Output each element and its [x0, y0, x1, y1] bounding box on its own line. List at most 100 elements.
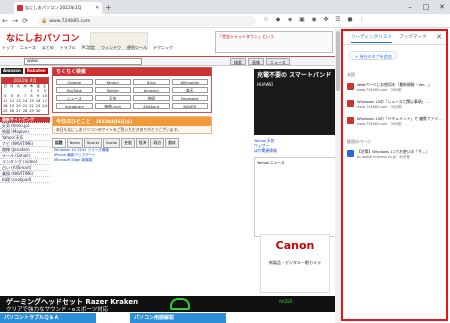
smartband-ad-title: 充電不要の スマートバンド — [257, 72, 332, 79]
canon-ad[interactable]: Canon 新製品・デジタル一眼カメラ — [260, 234, 330, 293]
tab-5[interactable]: 経済 — [135, 138, 150, 148]
tab-bookmarks[interactable]: ブックマーク — [399, 34, 427, 40]
headset-ad-sub: クリアで強力なサウンド・eスポーツ対応 — [6, 307, 109, 313]
reading-list-item-source: pc.watch.impress.co.jp · 30分前 — [357, 155, 411, 159]
search-link[interactable]: 地図 — [133, 95, 170, 101]
nav-item[interactable]: ニュース — [20, 45, 36, 52]
tab-3[interactable]: Social — [103, 138, 121, 148]
tab-2[interactable]: Sports — [83, 138, 103, 148]
search-input[interactable]: www. — [24, 58, 142, 65]
nav-item[interactable]: テクニック — [153, 45, 173, 52]
twitter-widget-title[interactable]: Yahoo!ニュース — [257, 160, 334, 165]
search-link[interactable]: Bing — [133, 79, 170, 85]
puzzle-icon[interactable]: ✤ — [322, 16, 330, 24]
forward-icon[interactable]: → — [10, 17, 20, 25]
scrollbar-thumb[interactable] — [336, 31, 340, 91]
extension-icon[interactable]: ▣ — [298, 16, 306, 24]
twitter-widget: Yahoo!ニュース — [254, 157, 337, 237]
calendar-grid: 日月火水木金土 1 2 3 4 5 6 7 8 9 10 11 12 13 14 15 16 17 18 19 20 21… — [2, 84, 48, 114]
reading-list-item[interactable]: Windows 10の「ドキュメント」で 複数ファイ... www.724685.… — [343, 112, 446, 129]
close-window-icon[interactable]: ✕ — [434, 0, 450, 14]
left-menu-item[interactable]: 料理 (cookpad) — [0, 177, 50, 183]
headset-ad-banner[interactable]: ゲーミングヘッドセット Razer Kraken クリアで強力なサウンド・eスポ… — [0, 296, 335, 313]
pc-glossary-banner[interactable]: パソコン用語解説 — [130, 313, 226, 323]
search-link[interactable]: YouTube — [56, 87, 93, 93]
right-link[interactable]: ほか関連情報 — [254, 148, 339, 153]
search-link[interactable]: Instagram — [56, 103, 93, 109]
nav-item[interactable]: ウィンドウ — [101, 45, 121, 52]
search-link[interactable]: Facebook — [171, 95, 208, 101]
calendar: 2022年 4月 日月火水木金土 1 2 3 4 5 6 7 8 9 10 11 12 13 14 15 16 1… — [1, 77, 49, 115]
new-tab-icon[interactable]: + — [105, 3, 112, 12]
smartband-ad-brand: HUAWEI — [257, 82, 274, 87]
search-link[interactable]: Twitter — [94, 87, 131, 93]
nav-item[interactable]: トップ — [2, 45, 14, 52]
image-search-button[interactable]: 画像 — [248, 58, 264, 65]
news-search-button[interactable]: ニュース — [266, 58, 290, 65]
today-date: 2022年4月6日(水) — [95, 119, 133, 124]
search-links-box: ちくちく検索 Google Yahoo! Bing Wikipedia YouTube T… — [52, 67, 212, 113]
search-link[interactable]: 天気 — [94, 95, 131, 101]
reading-list-item-source: www.724685.com · 30分前 — [357, 88, 402, 92]
tab-6[interactable]: 政治 — [150, 138, 165, 148]
address-bar[interactable]: 🔒 www.724685.com — [38, 16, 256, 26]
tab-0[interactable]: 話題 — [52, 138, 66, 148]
calendar-day[interactable]: 26 — [9, 109, 16, 114]
read-list: 【対策】Windows 11でお使いの「サ...」 pc.watch.impres… — [343, 145, 446, 162]
extension-icon[interactable]: ◈ — [286, 16, 294, 24]
amazon-link[interactable]: Amazon — [1, 68, 23, 74]
browser-tab[interactable]: なにしおパソコン 2022年3月 ✕ — [14, 2, 102, 14]
close-panel-icon[interactable]: ✕ — [436, 33, 442, 41]
minimize-icon[interactable]: – — [402, 0, 418, 14]
maximize-icon[interactable]: □ — [418, 0, 434, 14]
tab-4[interactable]: 芸能 — [121, 138, 135, 148]
lock-icon: 🔒 — [41, 18, 48, 24]
profile-icon[interactable]: ● — [346, 16, 354, 24]
tab-close-icon[interactable]: ✕ — [95, 5, 99, 11]
nav-item[interactable]: まとめ — [42, 45, 54, 52]
back-icon[interactable]: ← — [0, 17, 10, 25]
smartband-ad[interactable]: 充電不要の スマートバンド HUAWEI — [254, 69, 335, 135]
nav-item[interactable]: トラブル — [60, 45, 76, 52]
search-link[interactable]: 価格.com — [94, 103, 131, 109]
pc-trouble-banner[interactable]: パソコントラブルＱ＆Ａ — [0, 313, 96, 323]
tab-reading-list[interactable]: リーディングリスト — [351, 34, 393, 43]
news-item[interactable]: Microsoft Edge 新機能 — [52, 158, 212, 163]
reading-list-item[interactable]: 【対策】Windows 11でお使いの「サ...」 pc.watch.impres… — [343, 145, 446, 162]
right-links: Yahoo!天気 ウェザー ほか関連情報 — [214, 138, 339, 153]
calendar-day[interactable]: 28 — [22, 109, 29, 114]
search-buttons: 検索 画像 ニュース — [230, 58, 290, 65]
favicon-icon — [347, 83, 354, 90]
nav-item[interactable]: PC設定 — [82, 45, 95, 52]
window-controls: – □ ✕ — [402, 0, 450, 14]
canon-text: 新製品・デジタル一眼カメラ — [269, 260, 321, 265]
nav-item[interactable]: 便利ツール — [127, 45, 147, 52]
menu-icon[interactable]: ⋮ — [358, 16, 366, 24]
site-logo[interactable]: なにしおパソコン — [6, 31, 80, 44]
search-link[interactable]: Wikipedia — [171, 79, 208, 85]
search-button[interactable]: 検索 — [230, 58, 246, 65]
search-link[interactable]: 楽天 — [171, 87, 208, 93]
calendar-day[interactable]: 24 — [41, 104, 48, 109]
search-link[interactable]: AllAbout — [133, 103, 170, 109]
calendar-day[interactable]: 30 — [35, 109, 42, 114]
rakuten-link[interactable]: Rakuten — [24, 68, 48, 74]
add-current-tab-button[interactable]: + 現在のタブを追加 — [349, 51, 397, 60]
search-link[interactable]: Google — [56, 79, 93, 85]
tab-1[interactable]: News — [66, 138, 83, 148]
reload-icon[interactable]: ⟳ — [20, 17, 30, 25]
extension-icon[interactable]: ◆ — [274, 16, 282, 24]
extension-icon[interactable]: ◉ — [310, 16, 318, 24]
today-title: 今日のひとこと 2022年4月6日(水) — [53, 117, 211, 126]
reading-list-item-source: www.724685.com · 30分前 — [357, 122, 402, 126]
reading-list-icon[interactable]: ☰ — [334, 16, 342, 24]
star-icon[interactable]: ☆ — [262, 16, 270, 24]
search-link[interactable]: Yahoo! — [94, 79, 131, 85]
search-link[interactable]: Amazon — [133, 87, 170, 93]
reading-list-item[interactable]: Windows 10の「ニュースと関心事項」... www.724685.com … — [343, 95, 446, 112]
search-link[interactable]: NAVER — [171, 103, 208, 109]
reading-list-item[interactable]: Webページにお使用を「最新情報・Ver...」 www.724685.com ·… — [343, 78, 446, 95]
search-link[interactable]: ニュース — [56, 95, 93, 101]
tab-7[interactable]: 趣味 — [165, 138, 179, 148]
toolbar-icons: ☆ ◆ ◈ ▣ ◉ ✤ ☰ ● ⋮ — [262, 16, 366, 24]
